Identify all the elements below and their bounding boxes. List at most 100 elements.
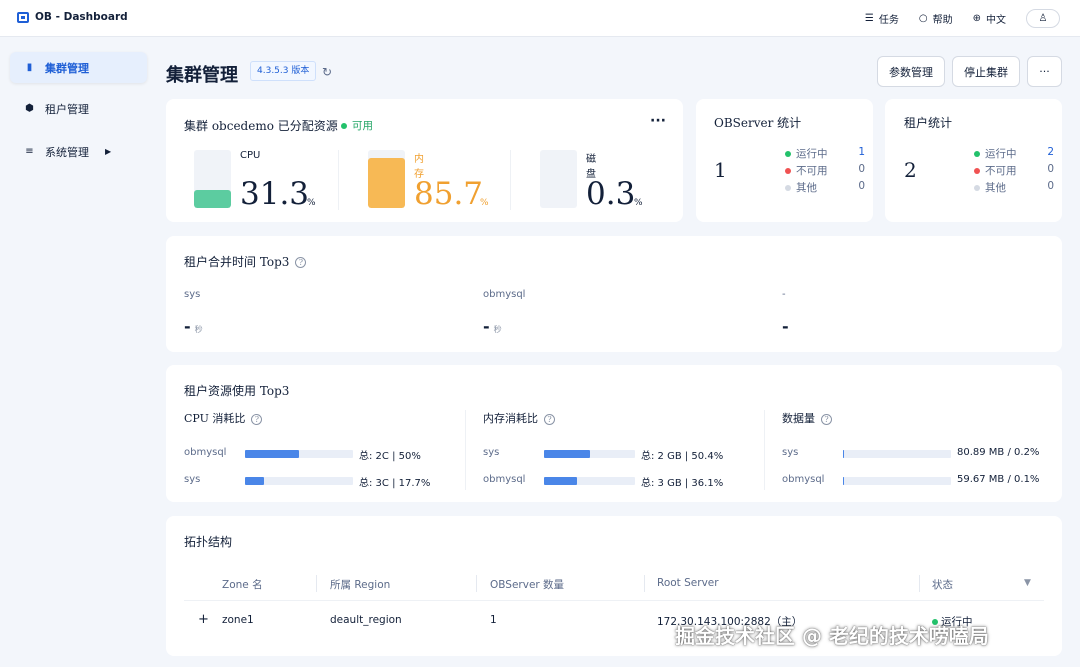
merge-value-text: - xyxy=(483,317,490,336)
language-label: 中文 xyxy=(986,15,1006,26)
stat-label: 运行中 xyxy=(796,148,828,160)
lightbulb-icon: ○ xyxy=(918,13,928,24)
refresh-icon[interactable]: ↻ xyxy=(322,66,334,78)
merge-item-value: - xyxy=(782,317,789,336)
sidebar: ▮ 集群管理 ⬢ 租户管理 ≡ 系统管理 ▶ xyxy=(0,38,154,667)
version-badge: 4.3.5.3 版本 xyxy=(250,61,317,81)
more-button[interactable]: ··· xyxy=(1027,56,1062,87)
cpu-usage-group: CPU 消耗比? obmysql 总: 2C | 50% sys 总: 3C |… xyxy=(184,410,464,489)
usage-name: sys xyxy=(483,447,500,458)
metric-unit: % xyxy=(307,198,316,208)
region-cell: deault_region xyxy=(330,614,402,626)
sidebar-item-system[interactable]: ≡ 系统管理 ▶ xyxy=(10,136,147,167)
stat-row-unavailable: 不可用 0 xyxy=(785,163,865,178)
usage-name: sys xyxy=(184,474,201,485)
memory-bar xyxy=(368,150,405,208)
usage-text: 总: 3C | 17.7% xyxy=(359,478,431,489)
status-dot xyxy=(341,123,347,129)
status-badge: 可用 xyxy=(341,118,373,133)
resources-title: 集群 obcedemo 已分配资源 xyxy=(184,119,338,133)
user-menu-button[interactable]: ♙ xyxy=(1026,9,1060,28)
merge-item-name: obmysql xyxy=(483,289,526,300)
usage-bar xyxy=(544,477,635,485)
merge-item-name: - xyxy=(782,289,786,300)
usage-row: obmysql 59.67 MB / 0.1% xyxy=(782,474,1062,486)
params-button[interactable]: 参数管理 xyxy=(877,56,945,87)
list-icon: ☰ xyxy=(864,13,874,24)
usage-row: sys 总: 3C | 17.7% xyxy=(184,474,464,489)
usage-text: 80.89 MB / 0.2% xyxy=(957,447,1040,458)
globe-icon: ⊕ xyxy=(972,13,981,24)
app-logo[interactable]: OB - Dashboard xyxy=(17,11,128,23)
merge-unit: 秒 xyxy=(194,325,203,334)
stop-cluster-button[interactable]: 停止集群 xyxy=(952,56,1020,87)
tasks-menu[interactable]: ☰ 任务 xyxy=(865,11,899,26)
expand-icon[interactable]: + xyxy=(198,612,209,627)
observer-count-cell: 1 xyxy=(490,614,497,626)
stat-row-running: 运行中 2 xyxy=(974,146,1054,161)
divider xyxy=(764,410,765,490)
status-dot xyxy=(785,185,791,191)
usage-bar xyxy=(843,477,951,485)
usage-text: 总: 2 GB | 50.4% xyxy=(641,451,724,462)
help-label: 帮助 xyxy=(932,15,953,26)
usage-row: sys 总: 2 GB | 50.4% xyxy=(483,447,763,462)
top-nav: ☰ 任务 ○ 帮助 ⊕ 中文 ♙ xyxy=(865,9,1060,28)
tenant-total: 2 xyxy=(904,158,917,182)
usage-name: obmysql xyxy=(782,474,825,485)
stat-value[interactable]: 2 xyxy=(1044,146,1054,161)
usage-bar xyxy=(245,477,353,485)
usage-bar-fill xyxy=(245,450,299,458)
logo-icon xyxy=(17,11,29,23)
zone-cell: zone1 xyxy=(222,614,254,626)
stat-label: 不可用 xyxy=(985,165,1017,177)
usage-row: sys 80.89 MB / 0.2% xyxy=(782,447,1062,459)
metric-value: 0.3 xyxy=(586,176,636,212)
filter-icon[interactable]: ▼ xyxy=(1024,578,1031,588)
data-size-group: 数据量? sys 80.89 MB / 0.2% obmysql 59.67 M… xyxy=(782,410,1062,485)
stat-row-unavailable: 不可用 0 xyxy=(974,163,1054,178)
cpu-bar-fill xyxy=(194,189,231,208)
stat-value[interactable]: 1 xyxy=(855,146,865,161)
metric-unit: % xyxy=(480,198,489,208)
sidebar-item-tenant[interactable]: ⬢ 租户管理 xyxy=(10,93,147,124)
user-icon: ♙ xyxy=(1038,13,1048,24)
stat-label: 不可用 xyxy=(796,165,828,177)
help-icon[interactable]: ? xyxy=(544,413,555,425)
stat-label: 运行中 xyxy=(985,148,1017,160)
help-icon[interactable]: ? xyxy=(295,257,307,268)
merge-value-text: - xyxy=(184,317,191,336)
column-header[interactable]: 状态 xyxy=(932,577,953,592)
column-header[interactable]: OBServer 数量 xyxy=(490,577,564,592)
sidebar-item-cluster[interactable]: ▮ 集群管理 xyxy=(10,52,147,83)
usage-text: 59.67 MB / 0.1% xyxy=(957,474,1040,485)
usage-bar xyxy=(245,450,353,458)
group-title-text: 数据量 xyxy=(782,412,815,425)
usage-name: obmysql xyxy=(483,474,526,485)
usage-bar-fill xyxy=(544,477,577,485)
column-separator xyxy=(644,575,645,592)
cube-icon: ⬢ xyxy=(25,103,34,114)
status-dot xyxy=(785,151,791,157)
usage-name: sys xyxy=(782,447,799,458)
merge-top3-title-text: 租户合并时间 Top3 xyxy=(184,255,290,269)
help-icon[interactable]: ? xyxy=(821,413,832,425)
merge-top3-title: 租户合并时间 Top3? xyxy=(184,253,307,270)
language-menu[interactable]: ⊕ 中文 xyxy=(973,11,1006,26)
sliders-icon: ≡ xyxy=(25,146,34,157)
card-more-button[interactable]: ··· xyxy=(650,113,666,129)
help-menu[interactable]: ○ 帮助 xyxy=(919,11,953,26)
column-header[interactable]: 所属 Region xyxy=(330,577,390,592)
usage-name: obmysql xyxy=(184,447,227,458)
stat-value: 0 xyxy=(1047,163,1054,175)
column-header[interactable]: Zone 名 xyxy=(222,577,263,592)
group-title-text: CPU 消耗比 xyxy=(184,412,246,425)
help-icon[interactable]: ? xyxy=(251,413,263,425)
merge-value-text: - xyxy=(782,317,789,336)
stat-value: 0 xyxy=(858,180,865,192)
stat-row-other: 其他 0 xyxy=(974,180,1054,195)
group-title: 数据量? xyxy=(782,410,1062,426)
column-separator xyxy=(476,575,477,592)
group-title: CPU 消耗比? xyxy=(184,410,464,426)
column-header[interactable]: Root Server xyxy=(657,577,719,589)
